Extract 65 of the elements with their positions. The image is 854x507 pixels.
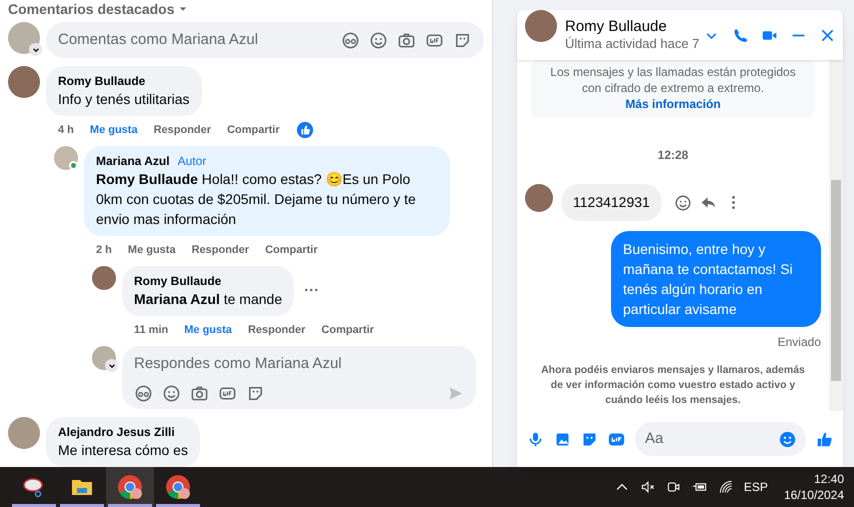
message-bubble: Buenisimo, entre hoy y mañana te contactamos! Si tenés algún horario en particular avisame — [611, 231, 821, 327]
encryption-notice: Los mensajes y las llamadas están protegidos con cifrado de extremo a extremo. Más información — [531, 60, 815, 118]
avatar-icon[interactable] — [134, 384, 153, 403]
clock-time[interactable]: 12:40 — [814, 471, 844, 487]
comment-field[interactable]: Comentas como Mariana Azul — [46, 22, 484, 58]
comment-text: Info y tenés utilitarias — [58, 90, 190, 109]
avatar — [525, 184, 553, 212]
timestamp: 4 h — [58, 122, 74, 138]
share-link[interactable]: Compartir — [321, 322, 374, 338]
comment-field[interactable]: Respondes como Mariana Azul — [122, 346, 476, 409]
avatar — [8, 66, 40, 98]
author-name[interactable]: Mariana Azul — [96, 153, 170, 169]
language-indicator[interactable]: ESP — [744, 478, 768, 496]
delivery-status: Enviado — [778, 334, 821, 351]
share-link[interactable]: Compartir — [265, 242, 318, 258]
avatar — [8, 22, 40, 54]
like-link[interactable]: Me gusta — [184, 322, 232, 338]
timestamp: 11 min — [134, 322, 168, 338]
sticker-icon[interactable] — [246, 384, 265, 403]
browser-icon — [117, 474, 143, 500]
image-icon[interactable] — [554, 430, 571, 448]
emoji-icon[interactable] — [162, 384, 181, 403]
avatar — [92, 266, 116, 290]
taskbar-app[interactable] — [106, 467, 154, 507]
caret-icon[interactable] — [29, 43, 42, 56]
message-bubble: 1123412931 — [561, 184, 662, 221]
gif-icon[interactable] — [608, 430, 625, 448]
avatar — [525, 10, 557, 42]
reply-link[interactable]: Responder — [154, 122, 212, 138]
scrollbar[interactable] — [829, 60, 843, 411]
phone-icon[interactable] — [732, 26, 749, 44]
browser-icon — [165, 474, 191, 500]
author-name[interactable]: Romy Bullaude — [134, 273, 222, 289]
share-link[interactable]: Compartir — [227, 122, 280, 138]
timestamp: 2 h — [96, 242, 112, 258]
comment-text: Me interesa cómo es — [58, 441, 188, 460]
reply-link[interactable]: Responder — [248, 322, 306, 338]
emoji-icon[interactable] — [779, 430, 796, 448]
message-input[interactable]: Aa — [635, 422, 806, 456]
comment-text: Romy Bullaude Hola!! como estas? 😊Es un Polo 0km con cuotas de $205mil. Dejame tu número y te envio mas información — [96, 170, 417, 229]
section-heading[interactable]: Comentarios destacados — [8, 0, 174, 18]
message-time: 12:28 — [656, 147, 690, 164]
emoji-icon[interactable] — [369, 30, 388, 50]
avatar — [54, 146, 78, 170]
like-link[interactable]: Me gusta — [128, 242, 176, 258]
reply-link[interactable]: Responder — [192, 242, 250, 258]
chat-info-text: Ahora podéis enviaros mensajes y llamaros, además de ver información como vuestro estado activo y cuándo leéis los mensajes. — [540, 363, 806, 408]
wifi-icon[interactable] — [718, 479, 734, 495]
clock-date[interactable]: 16/10/2024 — [784, 487, 844, 503]
more-info-link[interactable]: Más información — [625, 97, 721, 111]
author-role-label: Autor — [178, 153, 206, 169]
thumbs-up-icon[interactable] — [816, 430, 833, 448]
avatar-icon[interactable] — [341, 30, 360, 50]
microphone-icon[interactable] — [527, 430, 544, 448]
like-link[interactable]: Me gusta — [90, 122, 138, 138]
speaker-muted-icon[interactable] — [640, 479, 656, 495]
avatar — [8, 417, 40, 449]
more-button[interactable]: ··· — [304, 280, 320, 302]
sticker-icon[interactable] — [581, 430, 598, 448]
contact-name[interactable]: Romy Bullaude — [565, 18, 695, 35]
author-name[interactable]: Romy Bullaude — [58, 73, 146, 89]
author-name[interactable]: Alejandro Jesus Zilli — [58, 424, 175, 440]
emoji-icon[interactable] — [674, 194, 692, 212]
caret-icon[interactable] — [105, 359, 118, 372]
comment-text: Mariana Azul te mande — [134, 290, 282, 309]
